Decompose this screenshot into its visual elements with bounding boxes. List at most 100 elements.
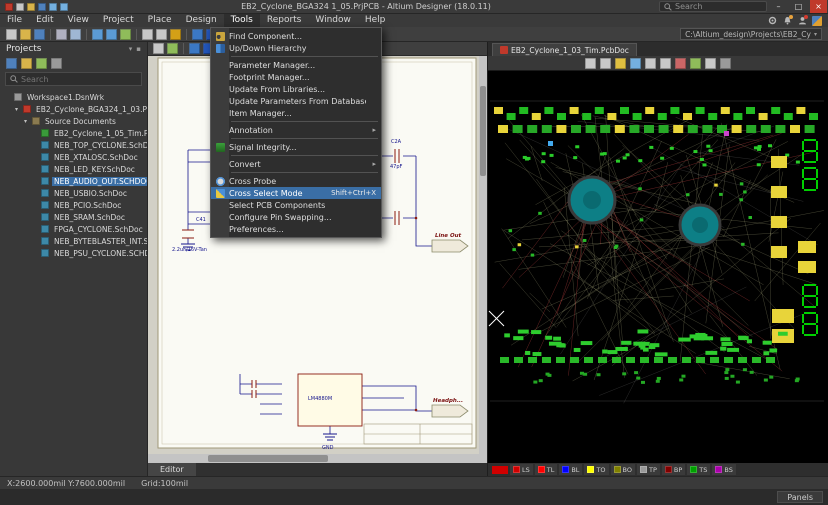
polygon-pour-icon[interactable] (690, 58, 701, 69)
panel-settings-icon[interactable] (51, 58, 62, 69)
print-preview-icon[interactable] (70, 29, 81, 40)
board-insight-icon[interactable] (585, 58, 596, 69)
tree-item-workspace1-dsnwrk[interactable]: Workspace1.DsnWrk (0, 91, 147, 103)
menu-view[interactable]: View (61, 14, 96, 27)
layer-tab-ls[interactable]: LS (510, 464, 533, 475)
menu-item-footprint-manager[interactable]: Footprint Manager... (211, 71, 381, 83)
save-icon[interactable] (34, 29, 45, 40)
menu-item-parameter-manager[interactable]: Parameter Manager... (211, 59, 381, 71)
projects-search-input[interactable] (21, 75, 129, 84)
maximize-button[interactable]: □ (790, 0, 807, 13)
menu-edit[interactable]: Edit (29, 14, 60, 27)
editor-tab[interactable]: Editor (148, 463, 196, 476)
copy-icon[interactable] (156, 29, 167, 40)
tree-item-neb-xtalosc-schdoc[interactable]: NEB_XTALOSC.SchDoc (0, 151, 147, 163)
expander-icon[interactable]: ▾ (22, 118, 29, 125)
wire-mode-icon[interactable] (189, 43, 200, 54)
project-path-combo[interactable]: C:\Altium_design\Projects\EB2_Cy ▾ (680, 28, 822, 40)
menu-item-preferences[interactable]: Preferences... (211, 223, 381, 235)
tree-item-neb-usbio-schdoc[interactable]: NEB_USBIO.SchDoc (0, 187, 147, 199)
layer-tab-bo[interactable]: BO (611, 464, 635, 475)
close-button[interactable]: × (810, 0, 827, 13)
tree-item-source-documents[interactable]: ▾Source Documents (0, 115, 147, 127)
tree-item-neb-sram-schdoc[interactable]: NEB_SRAM.SchDoc (0, 211, 147, 223)
minimize-button[interactable]: – (770, 0, 787, 13)
pcb-canvas[interactable] (488, 71, 828, 463)
menu-item-cross-probe[interactable]: Cross Probe (211, 175, 381, 187)
save-project-icon[interactable] (6, 58, 17, 69)
vertical-scrollbar-thumb[interactable] (480, 86, 486, 176)
layer-tab-ts[interactable]: TS (687, 464, 710, 475)
interactive-route-icon[interactable] (645, 58, 656, 69)
via-icon[interactable] (675, 58, 686, 69)
layer-tab-tp[interactable]: TP (637, 464, 660, 475)
zoom-window-icon[interactable] (92, 29, 103, 40)
expander-icon[interactable]: ▾ (13, 106, 20, 113)
horizontal-scrollbar[interactable] (148, 454, 487, 463)
compile-project-icon[interactable] (36, 58, 47, 69)
tree-item-fpga-cyclone-schdoc[interactable]: FPGA_CYCLONE.SchDoc (0, 223, 147, 235)
menu-item-update-parameters-from-database[interactable]: Update Parameters From Database... (211, 95, 381, 107)
open-project-icon[interactable] (21, 58, 32, 69)
open-icon[interactable] (20, 29, 31, 40)
layer-tab-bl[interactable]: BL (559, 464, 582, 475)
print-icon[interactable] (56, 29, 67, 40)
tree-item-neb-byteblaster-int-schdoc[interactable]: NEB_BYTEBLASTER_INT.SchDoc (0, 235, 147, 247)
pcb-document-tab[interactable]: EB2_Cyclone_1_03_Tim.PcbDoc (492, 43, 637, 56)
tree-item-neb-led-key-schdoc[interactable]: NEB_LED_KEY.SchDoc (0, 163, 147, 175)
menu-item-convert[interactable]: Convert▸ (211, 158, 381, 170)
tree-item-eb2-cyclone-bga324-1-03-prjpcb[interactable]: ▾EB2_Cyclone_BGA324_1_03.PrjPCB * (0, 103, 147, 115)
menu-project[interactable]: Project (96, 14, 141, 27)
menu-item-signal-integrity[interactable]: Signal Integrity... (211, 141, 381, 153)
open-project-icon[interactable] (27, 3, 35, 11)
menu-item-item-manager[interactable]: Item Manager... (211, 107, 381, 119)
layer-tab-bs[interactable]: BS (712, 464, 735, 475)
view-3d-icon[interactable] (720, 58, 731, 69)
app-logo-icon[interactable] (5, 3, 13, 11)
save-icon[interactable] (38, 3, 46, 11)
measure-icon[interactable] (705, 58, 716, 69)
panel-pin-icon[interactable]: ▪ (136, 45, 141, 53)
undo-icon[interactable] (49, 3, 57, 11)
tree-item-eb2-cyclone-1-05-tim-pcbdoc[interactable]: EB2_Cyclone_1_05_Tim.PcbDoc (0, 127, 147, 139)
avatar[interactable] (812, 16, 822, 26)
menu-tools[interactable]: Tools (224, 14, 260, 27)
menu-item-cross-select-mode[interactable]: Cross Select ModeShift+Ctrl+X (211, 187, 381, 199)
menu-item-select-pcb-components[interactable]: Select PCB Components (211, 199, 381, 211)
tree-item-neb-pcio-schdoc[interactable]: NEB_PCIO.SchDoc (0, 199, 147, 211)
tree-item-neb-audio-out-schdoc[interactable]: NEB_AUDIO_OUT.SCHDOC (0, 175, 147, 187)
layer-tab-tl[interactable]: TL (535, 464, 558, 475)
zoom-selection-icon[interactable] (120, 29, 131, 40)
paste-icon[interactable] (170, 29, 181, 40)
layer-tab-bp[interactable]: BP (662, 464, 685, 475)
menu-reports[interactable]: Reports (260, 14, 309, 27)
menu-item-configure-pin-swapping[interactable]: Configure Pin Swapping... (211, 211, 381, 223)
menu-file[interactable]: File (0, 14, 29, 27)
layer-tab-to[interactable]: TO (584, 464, 608, 475)
selection-filter-icon[interactable] (600, 58, 611, 69)
new-document-icon[interactable] (16, 3, 24, 11)
tree-item-neb-psu-cyclone-schdoc[interactable]: NEB_PSU_CYCLONE.SCHDOC (0, 247, 147, 259)
pad-icon[interactable] (660, 58, 671, 69)
vertical-scrollbar[interactable] (479, 56, 487, 454)
cut-icon[interactable] (142, 29, 153, 40)
menu-design[interactable]: Design (179, 14, 224, 27)
menu-window[interactable]: Window (308, 14, 358, 27)
panels-button[interactable]: Panels (777, 491, 823, 503)
notifications-bell-icon[interactable] (782, 16, 792, 26)
selection-filter-icon[interactable] (153, 43, 164, 54)
gear-icon[interactable] (767, 16, 777, 26)
panel-chevron-down-icon[interactable]: ▾ (129, 45, 133, 53)
user-icon[interactable] (797, 16, 807, 26)
move-icon[interactable] (167, 43, 178, 54)
menu-item-find-component[interactable]: Find Component... (211, 30, 381, 42)
tree-item-neb-top-cyclone-schdoc[interactable]: NEB_TOP_CYCLONE.SchDoc (0, 139, 147, 151)
redo-icon[interactable] (60, 3, 68, 11)
horizontal-scrollbar-thumb[interactable] (208, 455, 328, 462)
menu-item-up-down-hierarchy[interactable]: Up/Down Hierarchy (211, 42, 381, 54)
menu-place[interactable]: Place (141, 14, 179, 27)
grid-settings-icon[interactable] (615, 58, 626, 69)
layer-stack-icon[interactable] (630, 58, 641, 69)
projects-search[interactable] (5, 72, 142, 86)
zoom-fit-icon[interactable] (106, 29, 117, 40)
